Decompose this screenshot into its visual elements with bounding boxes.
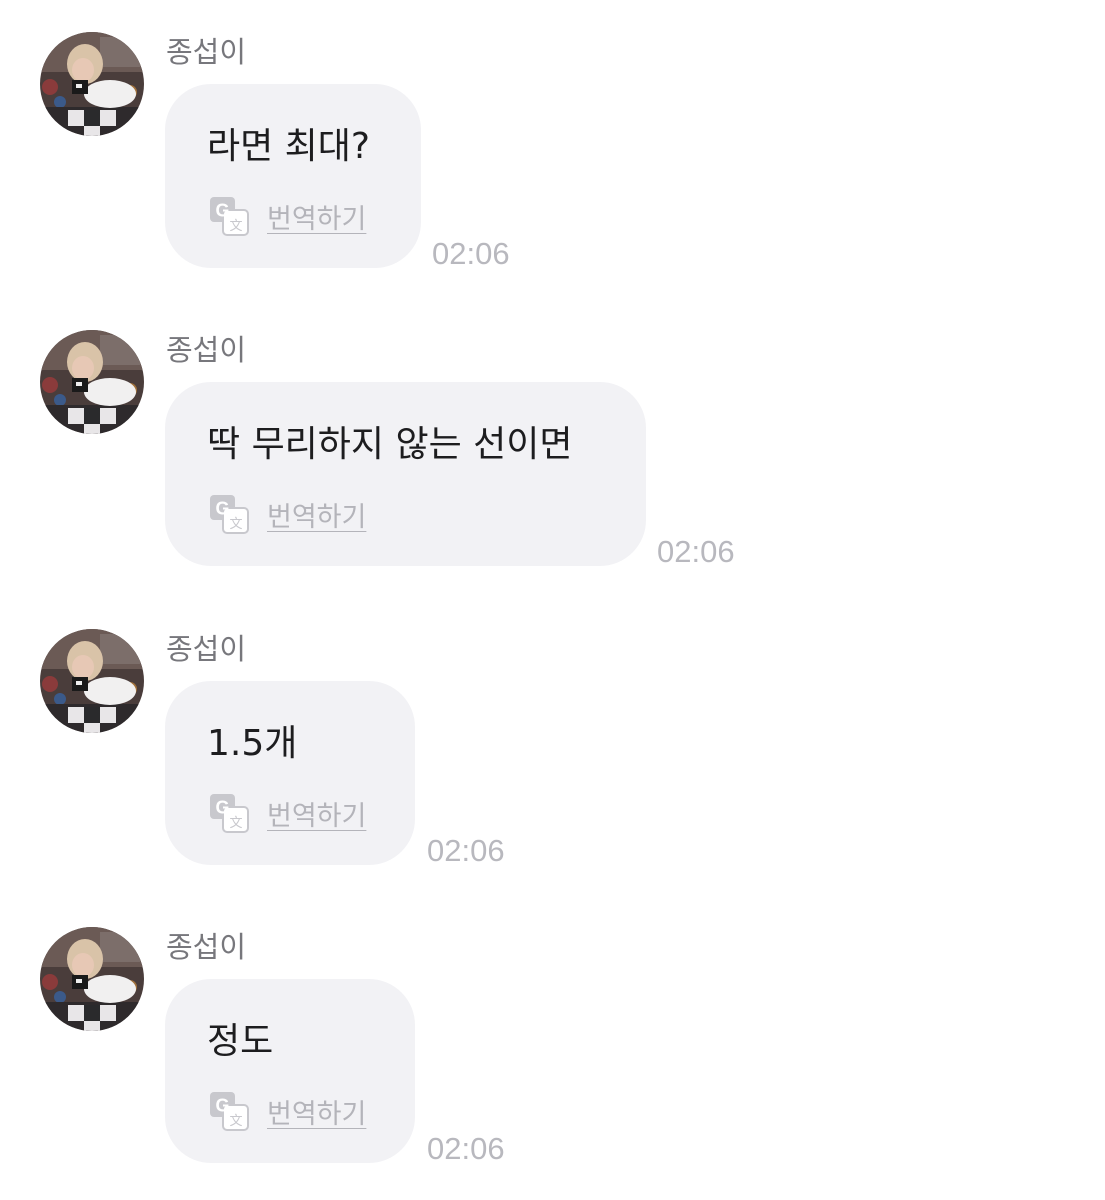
sender-name: 종섭이: [166, 333, 247, 367]
sender-name: 종섭이: [166, 632, 247, 666]
translate-button[interactable]: 번역하기: [209, 793, 366, 833]
message-time: 02:06: [432, 236, 510, 271]
translate-label: 번역하기: [267, 1098, 367, 1130]
translate-button[interactable]: 번역하기: [209, 1091, 366, 1131]
translate-icon: [209, 196, 249, 236]
translate-icon: [209, 1091, 249, 1131]
translate-button[interactable]: 번역하기: [209, 196, 366, 236]
sender-name: 종섭이: [166, 930, 247, 964]
message-bubble[interactable]: 정도 번역하기: [165, 979, 415, 1163]
translate-label: 번역하기: [267, 800, 367, 832]
avatar[interactable]: [40, 927, 144, 1031]
translate-icon: [209, 793, 249, 833]
translate-label: 번역하기: [267, 203, 367, 235]
translate-icon: [209, 494, 249, 534]
message-text: 라면 최대?: [207, 126, 371, 167]
message-text: 딱 무리하지 않는 선이면: [207, 424, 573, 465]
message-bubble[interactable]: 딱 무리하지 않는 선이면 번역하기: [165, 382, 646, 566]
avatar[interactable]: [40, 629, 144, 733]
message-bubble[interactable]: 1.5개 번역하기: [165, 681, 415, 865]
translate-button[interactable]: 번역하기: [209, 494, 366, 534]
message-time: 02:06: [427, 1131, 505, 1166]
message-time: 02:06: [657, 534, 735, 569]
message-time: 02:06: [427, 833, 505, 868]
avatar[interactable]: [40, 32, 144, 136]
message-text: 1.5개: [207, 723, 298, 764]
translate-label: 번역하기: [267, 501, 367, 533]
message-bubble[interactable]: 라면 최대? 번역하기: [165, 84, 421, 268]
sender-name: 종섭이: [166, 35, 247, 69]
message-text: 정도: [207, 1021, 274, 1062]
avatar[interactable]: [40, 330, 144, 434]
